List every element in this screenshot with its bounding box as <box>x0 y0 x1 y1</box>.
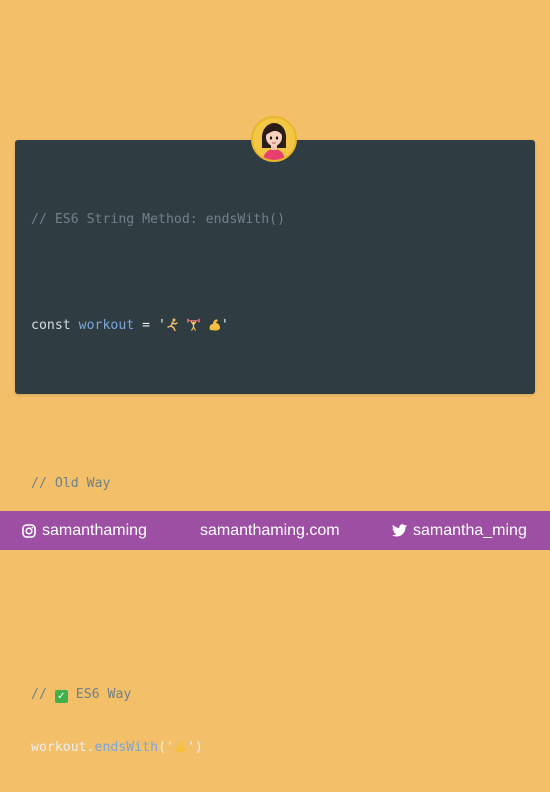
code-comment-title: // ES6 String Method: endsWith() <box>31 212 286 228</box>
footer-bar: samanthaming samanthaming.com samantha_m… <box>0 511 550 550</box>
code-line-10: // ✓ ES6 Way <box>31 686 486 704</box>
code-new-obj: workout <box>31 740 87 755</box>
code-keyword-const: const <box>31 317 71 333</box>
code-assign: = ' <box>134 317 166 333</box>
website-link[interactable]: samanthaming.com <box>200 511 340 550</box>
code-line-1: // ES6 String Method: endsWith() <box>31 211 486 229</box>
flexed-bicep-icon <box>208 318 221 331</box>
code-line-11: workout.endsWith(' ') <box>31 739 486 757</box>
avatar-icon <box>251 116 297 162</box>
instagram-link[interactable]: samanthaming <box>22 511 147 550</box>
code-line-3: const workout = ' ' <box>31 317 486 335</box>
code-assign-end: ' <box>220 317 229 333</box>
code-new-dot: . <box>86 740 95 755</box>
code-card: // ES6 String Method: endsWith() const w… <box>15 140 535 755</box>
code-comment-es6-way: ES6 Way <box>67 687 132 703</box>
code-comment-prefix: // <box>31 687 55 703</box>
twitter-icon <box>392 524 407 537</box>
website-text: samanthaming.com <box>200 521 340 539</box>
twitter-handle: samantha_ming <box>413 521 527 539</box>
code-block: // ES6 String Method: endsWith() const w… <box>31 176 486 792</box>
code-variable-workout: workout <box>78 317 135 333</box>
twitter-link[interactable]: samantha_ming <box>392 511 527 550</box>
weightlifter-icon <box>186 318 200 331</box>
flexed-bicep-icon <box>174 740 187 753</box>
instagram-handle: samanthaming <box>42 521 147 539</box>
code-comment-old-way: // Old Way <box>31 476 111 492</box>
code-new-method: endsWith <box>94 740 159 755</box>
runner-icon <box>166 318 179 332</box>
code-new-arg-open: (' <box>158 740 174 755</box>
instagram-icon <box>22 523 36 538</box>
code-new-arg-close: ') <box>186 740 203 755</box>
code-line-6: // Old Way <box>31 475 486 493</box>
check-mark-icon: ✓ <box>54 690 68 704</box>
